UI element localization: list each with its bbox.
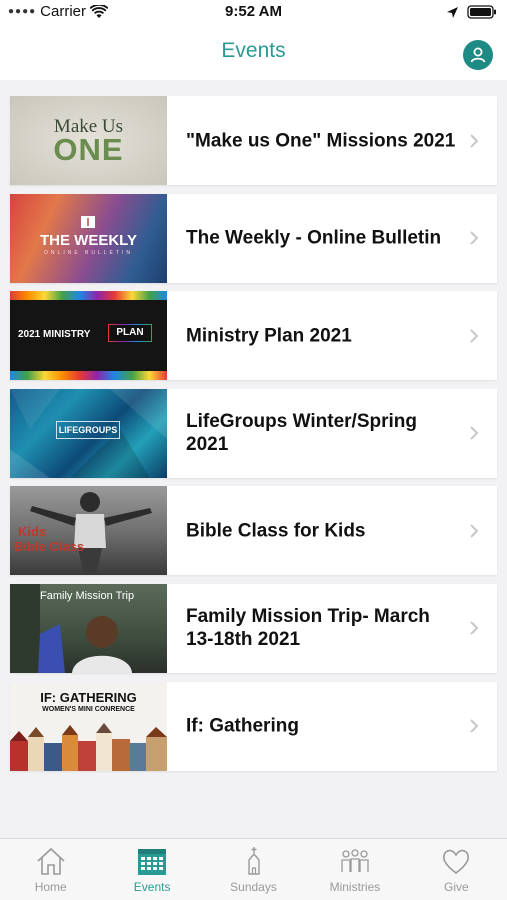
tab-label: Give <box>443 880 469 894</box>
church-icon <box>247 847 260 875</box>
thumb-line: PLAN <box>109 325 151 342</box>
chevron-right-icon <box>470 524 479 538</box>
thumb-line: Bible Class <box>14 539 85 555</box>
thumb-line: ONE <box>53 132 124 167</box>
profile-button[interactable] <box>463 40 493 70</box>
tab-give[interactable]: Give <box>406 839 507 900</box>
event-card[interactable]: Kids Bible Class Bible Class for Kids <box>10 486 497 576</box>
battery-icon <box>467 5 496 19</box>
book-icon <box>81 215 95 228</box>
calendar-icon <box>138 849 167 875</box>
page-title: Events <box>221 39 286 62</box>
event-thumbnail: Family Mission Trip <box>10 583 167 673</box>
event-card[interactable]: IF: GATHERING WOMEN'S MINI CONRENCE If: … <box>10 681 497 771</box>
thumb-line: IF: GATHERING <box>40 689 137 705</box>
tab-label: Events <box>133 880 171 894</box>
event-title: If: Gathering <box>186 715 299 737</box>
houses-illustration <box>10 722 167 771</box>
event-title: Family Mission Trip- March 13-18th 2021 <box>186 606 430 651</box>
event-list: Make Us ONE "Make us One" Missions 2021 … <box>10 96 497 779</box>
event-thumbnail: THE WEEKLY ONLINE BULLETIN <box>10 193 167 283</box>
event-card[interactable]: 2021 MINISTRY PLAN Ministry Plan 2021 <box>10 291 497 381</box>
rainbow-stripe-top <box>10 291 167 301</box>
location-arrow-icon <box>447 6 458 18</box>
event-thumbnail: Make Us ONE <box>10 96 167 185</box>
event-title: LifeGroups Winter/Spring 2021 <box>186 411 417 456</box>
tab-label: Sundays <box>230 880 277 894</box>
thumb-line: Kids <box>18 524 47 540</box>
tab-bar: Home Events Sundays Ministries Give <box>0 838 507 900</box>
chevron-right-icon <box>470 133 479 148</box>
chevron-right-icon <box>470 328 479 343</box>
thumb-line: LIFEGROUPS <box>58 424 118 435</box>
event-card[interactable]: Make Us ONE "Make us One" Missions 2021 <box>10 96 497 185</box>
chevron-right-icon <box>470 426 479 440</box>
event-card[interactable]: LIFEGROUPS LifeGroups Winter/Spring 2021 <box>10 388 497 478</box>
event-card[interactable]: THE WEEKLY ONLINE BULLETIN The Weekly - … <box>10 193 497 283</box>
nav-bar: Events <box>0 26 507 80</box>
chevron-right-icon <box>470 719 479 733</box>
event-title: The Weekly - Online Bulletin <box>186 227 442 249</box>
thumb-line: 2021 MINISTRY <box>18 329 91 341</box>
tab-home[interactable]: Home <box>0 839 101 900</box>
thumb-line: WOMEN'S MINI CONRENCE <box>42 705 135 713</box>
plan-badge: PLAN <box>108 324 152 343</box>
chevron-right-icon <box>470 231 479 245</box>
status-time: 9:52 AM <box>225 3 282 20</box>
rainbow-stripe-bottom <box>10 371 167 381</box>
event-title: Ministry Plan 2021 <box>186 325 352 347</box>
people-icon <box>341 849 369 872</box>
event-title: Bible Class for Kids <box>186 520 366 542</box>
user-icon <box>470 47 486 63</box>
status-right <box>446 5 497 19</box>
tab-sundays[interactable]: Sundays <box>203 839 304 900</box>
chevron-right-icon <box>470 621 479 636</box>
thumb-line: ONLINE BULLETIN <box>44 249 133 256</box>
tab-label: Ministries <box>329 880 381 894</box>
event-title: "Make us One" Missions 2021 <box>186 130 456 151</box>
event-thumbnail: 2021 MINISTRY PLAN <box>10 291 167 381</box>
thumb-line: THE WEEKLY <box>40 231 137 249</box>
heart-icon <box>443 849 470 875</box>
lifegroups-badge: LIFEGROUPS <box>56 420 120 439</box>
thumb-line: Family Mission Trip <box>40 589 135 602</box>
status-bar: ●●●● Carrier 9:52 AM <box>0 0 507 26</box>
tab-label: Home <box>34 880 67 894</box>
tab-ministries[interactable]: Ministries <box>304 839 405 900</box>
event-card[interactable]: Family Mission Trip Family Mission Trip-… <box>10 583 497 673</box>
tab-events[interactable]: Events <box>101 839 202 900</box>
event-thumbnail: Kids Bible Class <box>10 486 167 576</box>
event-thumbnail: LIFEGROUPS <box>10 388 167 478</box>
event-thumbnail: IF: GATHERING WOMEN'S MINI CONRENCE <box>10 681 167 771</box>
home-icon <box>37 847 65 875</box>
